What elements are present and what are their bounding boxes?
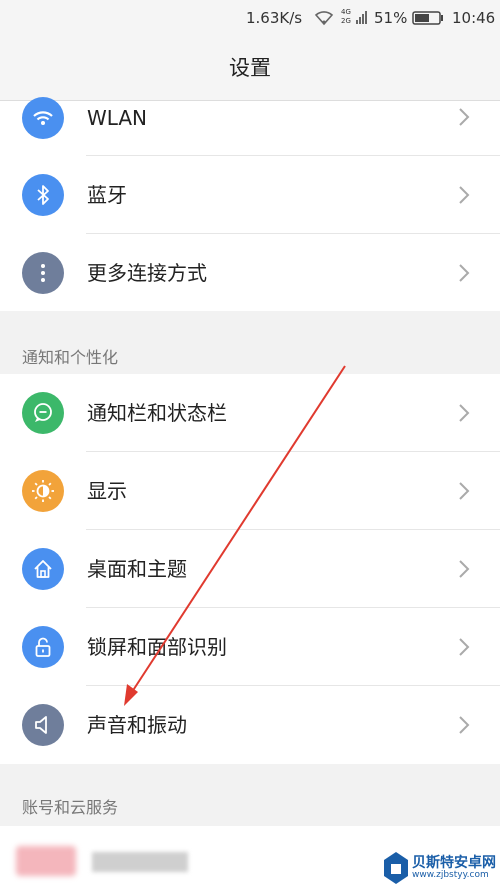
section-title: 账号和云服务 [22, 798, 119, 817]
cellular-type: 4G 2G [341, 8, 351, 25]
chevron-right-icon [456, 263, 472, 283]
avatar [16, 846, 76, 876]
chevron-right-icon [456, 637, 472, 657]
account-name-redacted [92, 852, 188, 872]
chevron-right-icon [456, 403, 472, 423]
watermark-url: www.zjbstyy.com [412, 870, 489, 880]
home-icon [22, 548, 64, 590]
wifi-status-icon [314, 8, 334, 30]
settings-item-label: 蓝牙 [87, 183, 127, 207]
bluetooth-icon [22, 174, 64, 216]
status-bar: 1.63K/s 4G 2G 51% 10:46 [0, 0, 500, 36]
settings-item-label: WLAN [87, 106, 148, 130]
chevron-right-icon [456, 559, 472, 579]
personalization-group: 通知栏和状态栏 显示 桌面和主题 锁屏和面部识别 声音和振动 [0, 374, 500, 764]
watermark-logo-icon [384, 852, 408, 884]
brightness-icon [22, 470, 64, 512]
signal-icon [356, 10, 368, 28]
battery-percent: 51% [374, 9, 408, 27]
chevron-right-icon [456, 715, 472, 735]
page-title: 设置 [0, 36, 500, 101]
section-title: 通知和个性化 [22, 348, 119, 367]
settings-item-label: 声音和振动 [87, 713, 187, 737]
chat-bubble-icon [22, 392, 64, 434]
settings-item-display[interactable]: 显示 [0, 452, 500, 530]
clock: 10:46 [452, 9, 496, 27]
battery-icon [412, 11, 444, 29]
settings-item-bluetooth[interactable]: 蓝牙 [0, 156, 500, 234]
lock-icon [22, 626, 64, 668]
settings-item-label: 桌面和主题 [87, 557, 187, 581]
settings-item-label: 通知栏和状态栏 [87, 401, 227, 425]
speaker-icon [22, 704, 64, 746]
settings-item-home-theme[interactable]: 桌面和主题 [0, 530, 500, 608]
connectivity-group: WLAN 蓝牙 更多连接方式 [0, 97, 500, 312]
settings-item-lockscreen[interactable]: 锁屏和面部识别 [0, 608, 500, 686]
network-speed: 1.63K/s [246, 9, 303, 27]
watermark-name: 贝斯特安卓网 [412, 855, 496, 871]
settings-item-label: 更多连接方式 [87, 261, 207, 285]
settings-item-wlan[interactable]: WLAN [0, 97, 500, 156]
more-dots-icon [22, 252, 64, 294]
chevron-right-icon [456, 107, 472, 127]
wifi-icon [22, 97, 64, 139]
settings-item-label: 锁屏和面部识别 [87, 635, 227, 659]
chevron-right-icon [456, 481, 472, 501]
settings-item-notification-bar[interactable]: 通知栏和状态栏 [0, 374, 500, 452]
settings-item-more-connections[interactable]: 更多连接方式 [0, 234, 500, 312]
section-header-account: 账号和云服务 [0, 774, 500, 826]
settings-item-label: 显示 [87, 479, 127, 503]
settings-item-sound-vibration[interactable]: 声音和振动 [0, 686, 500, 764]
chevron-right-icon [456, 185, 472, 205]
